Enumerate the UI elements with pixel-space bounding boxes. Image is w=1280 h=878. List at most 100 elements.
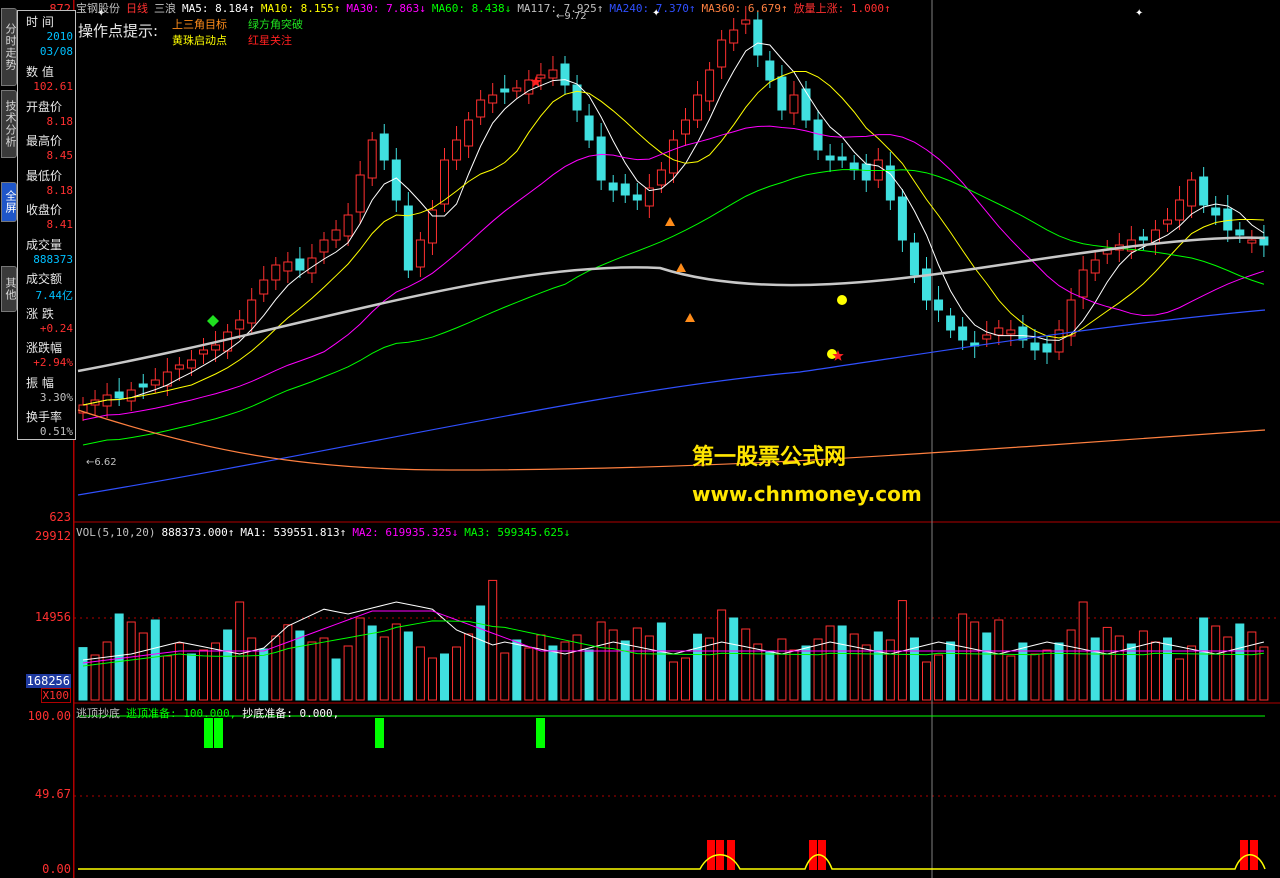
info-value-11: 3.30% xyxy=(39,390,73,404)
candle-body xyxy=(295,258,305,271)
candle-body xyxy=(693,94,703,121)
stock-wave: 三浪 xyxy=(154,2,176,15)
volume-bar xyxy=(162,655,172,701)
info-value-9: +0.24 xyxy=(39,321,73,335)
candle-body xyxy=(464,119,474,147)
volume-bar xyxy=(379,636,389,701)
candle-body xyxy=(476,99,486,118)
candle-body xyxy=(909,242,919,276)
ma-values: MA5: 8.184↑ MA10: 8.155↑ MA30: 7.863↓ MA60:… xyxy=(182,2,897,15)
vol-label-0: VOL(5,10,20) xyxy=(76,526,156,539)
volume-bar xyxy=(958,613,968,701)
volume-bar xyxy=(1090,637,1100,701)
candle-body xyxy=(620,183,630,196)
candle-body xyxy=(488,94,498,104)
candle-body xyxy=(452,139,462,161)
info-label-2: 数 值 xyxy=(26,65,54,79)
candle-body xyxy=(753,19,763,56)
volume-bar xyxy=(970,621,980,701)
tab-fullscreen[interactable]: 全屏 xyxy=(1,182,17,222)
volume-bar xyxy=(464,633,474,701)
ma10-line xyxy=(82,71,1264,406)
escape-signal-bar xyxy=(536,718,545,748)
volume-bar xyxy=(1235,623,1245,701)
ma-label-6: MA360: 6.679↑ xyxy=(701,2,788,15)
bottom-signal-bar xyxy=(727,840,735,870)
volume-bar xyxy=(1054,642,1064,701)
info-label-6: 收盘价 xyxy=(26,203,63,217)
volume-bar xyxy=(813,638,823,701)
candle-body xyxy=(548,69,558,79)
candle-body xyxy=(801,88,811,121)
ma-label-7: 放量上涨: 1.000↑ xyxy=(793,2,891,15)
volume-bar xyxy=(211,642,221,701)
candle-body xyxy=(994,327,1004,336)
volume-bar xyxy=(1211,625,1221,701)
candle-body xyxy=(199,349,208,355)
volume-bar xyxy=(572,634,582,701)
volume-bar xyxy=(1030,653,1040,701)
quote-info-panel: 时 间 2010 03/08 数 值 102.61 开盘价 8.18 最高价 8.45 最低价 8.… xyxy=(17,10,76,440)
candle-body xyxy=(319,239,329,253)
volume-bar xyxy=(934,654,944,701)
side-tab-bar: 分时走势 技术分析 全屏 其他 xyxy=(0,0,17,878)
candle-body xyxy=(1006,329,1016,335)
candle-body xyxy=(271,264,281,281)
ma-label-3: MA60: 8.438↓ xyxy=(431,2,512,15)
vol-label-2: MA1: 539551.813↑ xyxy=(240,526,347,539)
volume-bar xyxy=(488,579,498,701)
candle-body xyxy=(861,163,871,181)
candle-body xyxy=(668,139,678,174)
info-value-1: 03/08 xyxy=(39,45,73,58)
escape-signal-bar xyxy=(204,718,213,748)
volume-bar xyxy=(391,623,401,701)
vol-axis-mid: 14956 xyxy=(34,610,71,624)
ind-label-1: 逃顶准备: 100.000, xyxy=(126,707,237,720)
candle-body xyxy=(536,74,546,79)
star-icon: ✦ xyxy=(1135,8,1143,19)
tab-other[interactable]: 其他 xyxy=(1,266,17,312)
info-value-3: 8.18 xyxy=(46,114,74,128)
volume-bar xyxy=(1066,629,1076,701)
candle-body xyxy=(343,214,353,237)
vol-axis-max: 29912 xyxy=(34,529,71,543)
candle-body xyxy=(1247,239,1257,244)
volume-bar xyxy=(1175,658,1185,701)
ma-label-2: MA30: 7.863↓ xyxy=(346,2,426,15)
vol-label-3: MA2: 619935.325↓ xyxy=(352,526,459,539)
info-value-5: 8.18 xyxy=(46,183,74,197)
tab-technical-analysis[interactable]: 技术分析 xyxy=(1,90,17,158)
info-value-6: 8.41 xyxy=(46,218,74,231)
green-diamond-marker xyxy=(207,315,219,327)
candle-body xyxy=(235,319,245,330)
ma360-line xyxy=(77,409,1266,471)
vol-label-4: MA3: 599345.625↓ xyxy=(464,526,571,539)
candle-body xyxy=(259,279,269,295)
stock-name: 宝钢股份 xyxy=(76,2,120,15)
candle-body xyxy=(114,391,124,399)
candle-body xyxy=(608,182,618,191)
legend-title: 操作点提示: xyxy=(78,22,159,40)
volume-bar xyxy=(922,661,931,701)
candle-body xyxy=(1090,259,1100,274)
candle-body xyxy=(247,299,257,324)
volume-bar xyxy=(656,622,666,701)
volume-bar xyxy=(126,621,136,701)
ma-label-5: MA240: 7.370↑ xyxy=(609,2,696,15)
info-value-7: 888373 xyxy=(33,252,73,266)
info-label-8: 成交额 xyxy=(26,272,63,286)
escape-signal-bar xyxy=(214,718,223,748)
volume-bar xyxy=(355,617,365,701)
chart-canvas[interactable]: ✦✦✦✿ xyxy=(0,0,1280,878)
volume-bar xyxy=(78,647,88,701)
candle-body xyxy=(1223,208,1233,231)
volume-bar xyxy=(223,629,233,701)
volume-bar xyxy=(765,651,775,701)
volume-bar xyxy=(247,637,257,701)
tab-intraday[interactable]: 分时走势 xyxy=(1,8,17,86)
candle-body xyxy=(415,239,425,268)
ind-axis-bottom: 0.00 xyxy=(42,862,71,876)
volume-bar xyxy=(632,627,642,701)
candle-body xyxy=(572,84,582,111)
volume-bar xyxy=(849,633,859,701)
